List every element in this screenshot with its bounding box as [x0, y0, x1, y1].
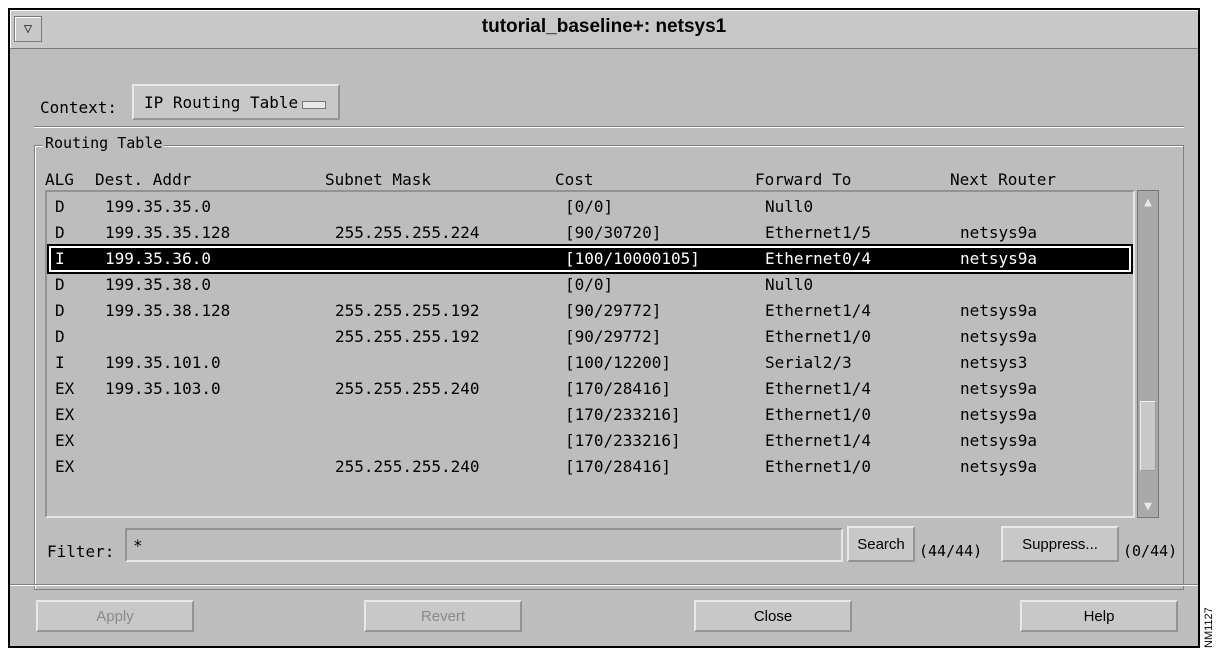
cell-fwd: Ethernet1/4 [765, 379, 871, 398]
separator [34, 126, 1184, 128]
cell-mask: 255.255.255.192 [335, 301, 480, 320]
cell-dest: 199.35.38.0 [105, 275, 211, 294]
cell-alg: I [55, 353, 65, 372]
vertical-scrollbar[interactable]: ▲ ▼ [1137, 190, 1159, 518]
table-row[interactable]: EX [170/233216] Ethernet1/4 netsys9a [49, 428, 1131, 454]
cell-cost: [100/12200] [565, 353, 671, 372]
cell-fwd: Ethernet1/5 [765, 223, 871, 242]
cell-next: netsys9a [960, 327, 1038, 346]
cell-next: netsys9a [960, 431, 1038, 450]
separator [10, 584, 1198, 586]
cell-mask: 255.255.255.192 [335, 327, 480, 346]
table-row[interactable]: D 199.35.38.128 255.255.255.192 [90/29772] E… [49, 298, 1131, 324]
table-row[interactable]: EX 199.35.103.0 255.255.255.240 [170/28416]… [49, 376, 1131, 402]
cell-alg: EX [55, 405, 75, 424]
cell-next: netsys9a [960, 457, 1038, 476]
cell-next: netsys9a [960, 405, 1038, 424]
cell-next: netsys3 [960, 353, 1028, 372]
cell-alg: I [55, 249, 65, 268]
table-row[interactable]: D 199.35.38.0 [0/0] Null0 [49, 272, 1131, 298]
cell-alg: EX [55, 457, 75, 476]
window: ▽ tutorial_baseline+: netsys1 Context: I… [8, 8, 1200, 648]
cell-fwd: Ethernet1/4 [765, 431, 871, 450]
table-row[interactable]: I 199.35.36.0 [100/10000105] Ethernet0/4 net… [47, 244, 1133, 274]
cell-alg: EX [55, 431, 75, 450]
column-header-next-router: Next Router [950, 170, 1056, 189]
cell-mask: 255.255.255.240 [335, 457, 480, 476]
search-button[interactable]: Search [847, 526, 915, 562]
cell-cost: [170/28416] [565, 457, 671, 476]
cell-alg: D [55, 197, 65, 216]
suppress-button[interactable]: Suppress... [1001, 526, 1119, 562]
cell-fwd: Null0 [765, 197, 814, 216]
cell-cost: [170/28416] [565, 379, 671, 398]
table-row[interactable]: EX [170/233216] Ethernet1/0 netsys9a [49, 402, 1131, 428]
close-button[interactable]: Close [694, 600, 852, 632]
cell-next: netsys9a [960, 249, 1038, 268]
scroll-down-icon[interactable]: ▼ [1140, 497, 1156, 515]
context-value: IP Routing Table [144, 92, 299, 112]
help-button[interactable]: Help [1020, 600, 1178, 632]
window-title: tutorial_baseline+: netsys1 [481, 16, 727, 37]
cell-dest: 199.35.103.0 [105, 379, 221, 398]
cell-cost: [90/29772] [565, 301, 662, 320]
title-bar: ▽ tutorial_baseline+: netsys1 [10, 10, 1198, 49]
cell-dest: 199.35.35.0 [105, 197, 211, 216]
cell-alg: D [55, 327, 65, 346]
cell-next: netsys9a [960, 223, 1038, 242]
cell-alg: D [55, 301, 65, 320]
cell-dest: 199.35.38.128 [105, 301, 231, 320]
table-row[interactable]: D 199.35.35.0 [0/0] Null0 [49, 194, 1131, 220]
cell-alg: D [55, 223, 65, 242]
table-row[interactable]: I 199.35.101.0 [100/12200] Serial2/3 netsys3 [49, 350, 1131, 376]
column-header-dest: Dest. Addr [95, 170, 192, 189]
table-row[interactable]: D 199.35.35.128 255.255.255.224 [90/30720] E… [49, 220, 1131, 246]
column-header-mask: Subnet Mask [325, 170, 431, 189]
apply-button[interactable]: Apply [36, 600, 194, 632]
routing-table-label: Routing Table [43, 134, 165, 152]
cell-alg: D [55, 275, 65, 294]
cell-fwd: Ethernet1/0 [765, 405, 871, 424]
table-row[interactable]: EX 255.255.255.240 [170/28416] Ethernet1/0 n… [49, 454, 1131, 480]
cell-fwd: Ethernet1/4 [765, 301, 871, 320]
cell-mask: 255.255.255.224 [335, 223, 480, 242]
cell-dest: 199.35.36.0 [105, 249, 211, 268]
routing-table-group: Routing Table ALG Dest. Addr Subnet Mask… [34, 134, 1184, 590]
cell-cost: [90/30720] [565, 223, 662, 242]
revert-button[interactable]: Revert [364, 600, 522, 632]
filter-label: Filter: [47, 542, 115, 561]
cell-cost: [170/233216] [565, 431, 681, 450]
cell-mask: 255.255.255.240 [335, 379, 480, 398]
cell-dest: 199.35.101.0 [105, 353, 221, 372]
cell-fwd: Ethernet1/0 [765, 457, 871, 476]
cell-cost: [170/233216] [565, 405, 681, 424]
search-count: (44/44) [919, 542, 983, 560]
cell-fwd: Ethernet1/0 [765, 327, 871, 346]
routing-list[interactable]: D 199.35.35.0 [0/0] Null0 D 199.35.35.128 255.… [45, 190, 1135, 518]
cell-cost: [0/0] [565, 197, 614, 216]
cell-next: netsys9a [960, 301, 1038, 320]
context-label: Context: [40, 98, 118, 117]
cell-cost: [0/0] [565, 275, 614, 294]
figure-id: NM1127 [1203, 607, 1215, 648]
scroll-thumb[interactable] [1140, 401, 1156, 471]
cell-fwd: Ethernet0/4 [765, 249, 871, 268]
table-row[interactable]: D 255.255.255.192 [90/29772] Ethernet1/0 net… [49, 324, 1131, 350]
cell-cost: [90/29772] [565, 327, 662, 346]
context-option-menu[interactable]: IP Routing Table [132, 84, 340, 120]
filter-input[interactable]: * [125, 528, 843, 562]
suppress-count: (0/44) [1123, 542, 1178, 560]
column-header-cost: Cost [555, 170, 594, 189]
cell-dest: 199.35.35.128 [105, 223, 231, 242]
column-header-forward: Forward To [755, 170, 852, 189]
column-header-alg: ALG [45, 170, 74, 189]
cell-alg: EX [55, 379, 75, 398]
option-menu-indicator-icon [302, 101, 326, 109]
scroll-up-icon[interactable]: ▲ [1140, 193, 1156, 211]
cell-fwd: Null0 [765, 275, 814, 294]
cell-fwd: Serial2/3 [765, 353, 852, 372]
cell-next: netsys9a [960, 379, 1038, 398]
cell-cost: [100/10000105] [565, 249, 700, 268]
